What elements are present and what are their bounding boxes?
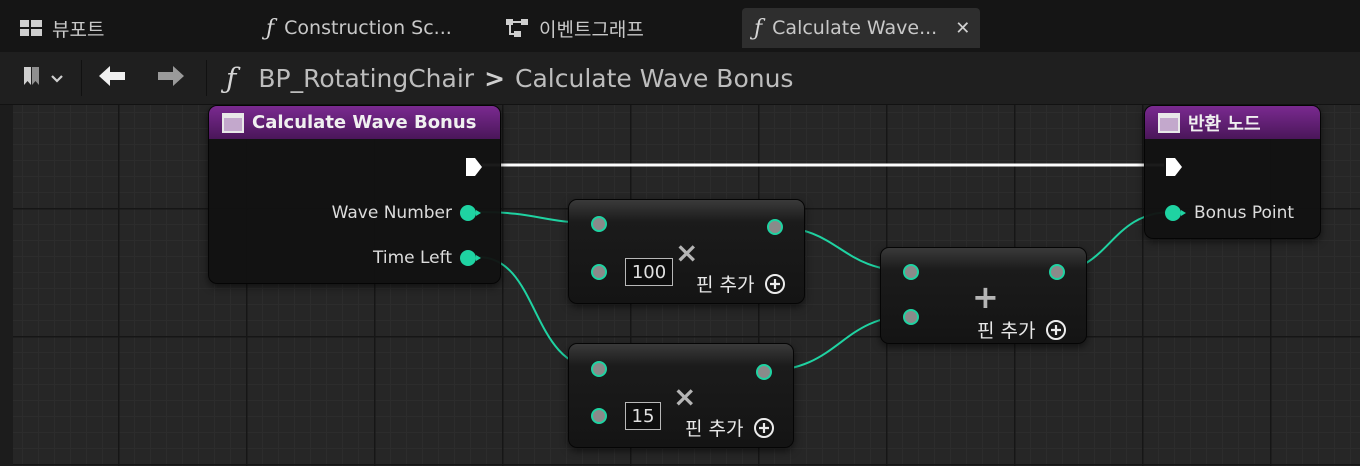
- function-node-icon: [1158, 112, 1180, 133]
- close-tab-icon[interactable]: ✕: [955, 18, 970, 39]
- return-node-title: 반환 노드: [1188, 113, 1261, 135]
- multiply-node-b[interactable]: 15 × 핀 추가: [568, 343, 794, 448]
- breadcrumb-current: Calculate Wave Bonus: [515, 63, 794, 93]
- node-header: Calculate Wave Bonus: [209, 106, 500, 139]
- pin-wave-number[interactable]: [460, 205, 481, 221]
- tab-construction-script-label: Construction Sc...: [284, 17, 452, 39]
- graph-toolbar: ƒ BP_RotatingChair > Calculate Wave Bonu…: [0, 52, 1360, 105]
- mult-a-add-pin-button[interactable]: 핀 추가: [696, 270, 786, 297]
- add-pin-label: 핀 추가: [685, 418, 744, 440]
- pin-time-left[interactable]: [460, 250, 481, 266]
- mult-a-value-field[interactable]: 100: [625, 258, 673, 286]
- mult-b-input-1-pin[interactable]: [591, 361, 607, 377]
- bookmark-icon: [22, 64, 42, 92]
- mult-b-add-pin-button[interactable]: 핀 추가: [685, 414, 775, 441]
- entry-node-title: Calculate Wave Bonus: [252, 112, 477, 133]
- add-operator-icon: +: [972, 278, 999, 316]
- event-graph-icon: [505, 17, 529, 39]
- mult-b-output-pin[interactable]: [756, 364, 772, 380]
- pin-label-wave-number: Wave Number: [331, 203, 452, 223]
- document-tab-bar: 뷰포트 ƒ Construction Sc... 이벤트그래프 ƒ Calcul…: [0, 0, 1360, 52]
- pin-label-bonus-point: Bonus Point: [1194, 203, 1295, 223]
- blueprint-graph-canvas[interactable]: Calculate Wave Bonus Wave Number Time Le…: [0, 105, 1360, 466]
- tab-construction-script[interactable]: ƒ Construction Sc...: [266, 8, 452, 48]
- breadcrumb: ƒ BP_RotatingChair > Calculate Wave Bonu…: [226, 52, 793, 104]
- add-pin-label: 핀 추가: [977, 320, 1036, 342]
- mult-a-output-pin[interactable]: [767, 219, 783, 235]
- plus-circle-icon: [1045, 319, 1067, 341]
- exec-out-pin[interactable]: [465, 157, 483, 181]
- function-icon: ƒ: [754, 15, 763, 41]
- breadcrumb-separator: >: [484, 63, 506, 93]
- add-pin-label: 핀 추가: [696, 274, 755, 296]
- function-node-icon: [222, 112, 244, 133]
- multiply-icon: ×: [675, 236, 699, 269]
- pin-bonus-point[interactable]: [1165, 205, 1186, 221]
- viewport-grid-icon: [20, 19, 42, 37]
- mult-b-value-field[interactable]: 15: [625, 402, 661, 430]
- pin-label-time-left: Time Left: [373, 248, 452, 268]
- tab-event-graph-label: 이벤트그래프: [539, 18, 644, 41]
- function-icon: ƒ: [226, 61, 237, 95]
- tab-viewport-label: 뷰포트: [52, 18, 105, 41]
- breadcrumb-root[interactable]: BP_RotatingChair: [258, 64, 474, 93]
- plus-circle-icon: [764, 273, 786, 295]
- arrow-right-icon: [156, 64, 186, 92]
- function-icon: ƒ: [266, 15, 275, 41]
- multiply-icon: ×: [673, 380, 697, 413]
- multiply-node-a[interactable]: 100 × 핀 추가: [568, 199, 805, 304]
- mult-b-input-2-pin[interactable]: [591, 408, 607, 424]
- node-header: 반환 노드: [1145, 106, 1320, 139]
- mult-a-input-1-pin[interactable]: [591, 216, 607, 232]
- function-entry-node[interactable]: Calculate Wave Bonus Wave Number Time Le…: [208, 105, 501, 284]
- add-node[interactable]: + 핀 추가: [880, 247, 1087, 344]
- return-node[interactable]: 반환 노드 Bonus Point: [1144, 105, 1321, 239]
- add-add-pin-button[interactable]: 핀 추가: [977, 316, 1067, 343]
- add-output-pin[interactable]: [1049, 264, 1065, 280]
- tab-viewport[interactable]: 뷰포트: [20, 8, 104, 48]
- tab-calculate-wave-bonus-label: Calculate Wave...: [772, 17, 938, 39]
- plus-circle-icon: [753, 417, 775, 439]
- bookmark-dropdown-button[interactable]: [22, 52, 64, 104]
- chevron-down-icon: [50, 69, 64, 88]
- arrow-left-icon: [97, 64, 127, 92]
- exec-in-pin[interactable]: [1165, 157, 1183, 181]
- mult-a-input-2-pin[interactable]: [591, 264, 607, 280]
- back-button[interactable]: [97, 52, 127, 104]
- tab-event-graph[interactable]: 이벤트그래프: [505, 8, 644, 48]
- add-input-1-pin[interactable]: [903, 264, 919, 280]
- tab-calculate-wave-bonus[interactable]: ƒ Calculate Wave... ✕: [742, 8, 981, 48]
- forward-button[interactable]: [156, 52, 186, 104]
- add-input-2-pin[interactable]: [903, 309, 919, 325]
